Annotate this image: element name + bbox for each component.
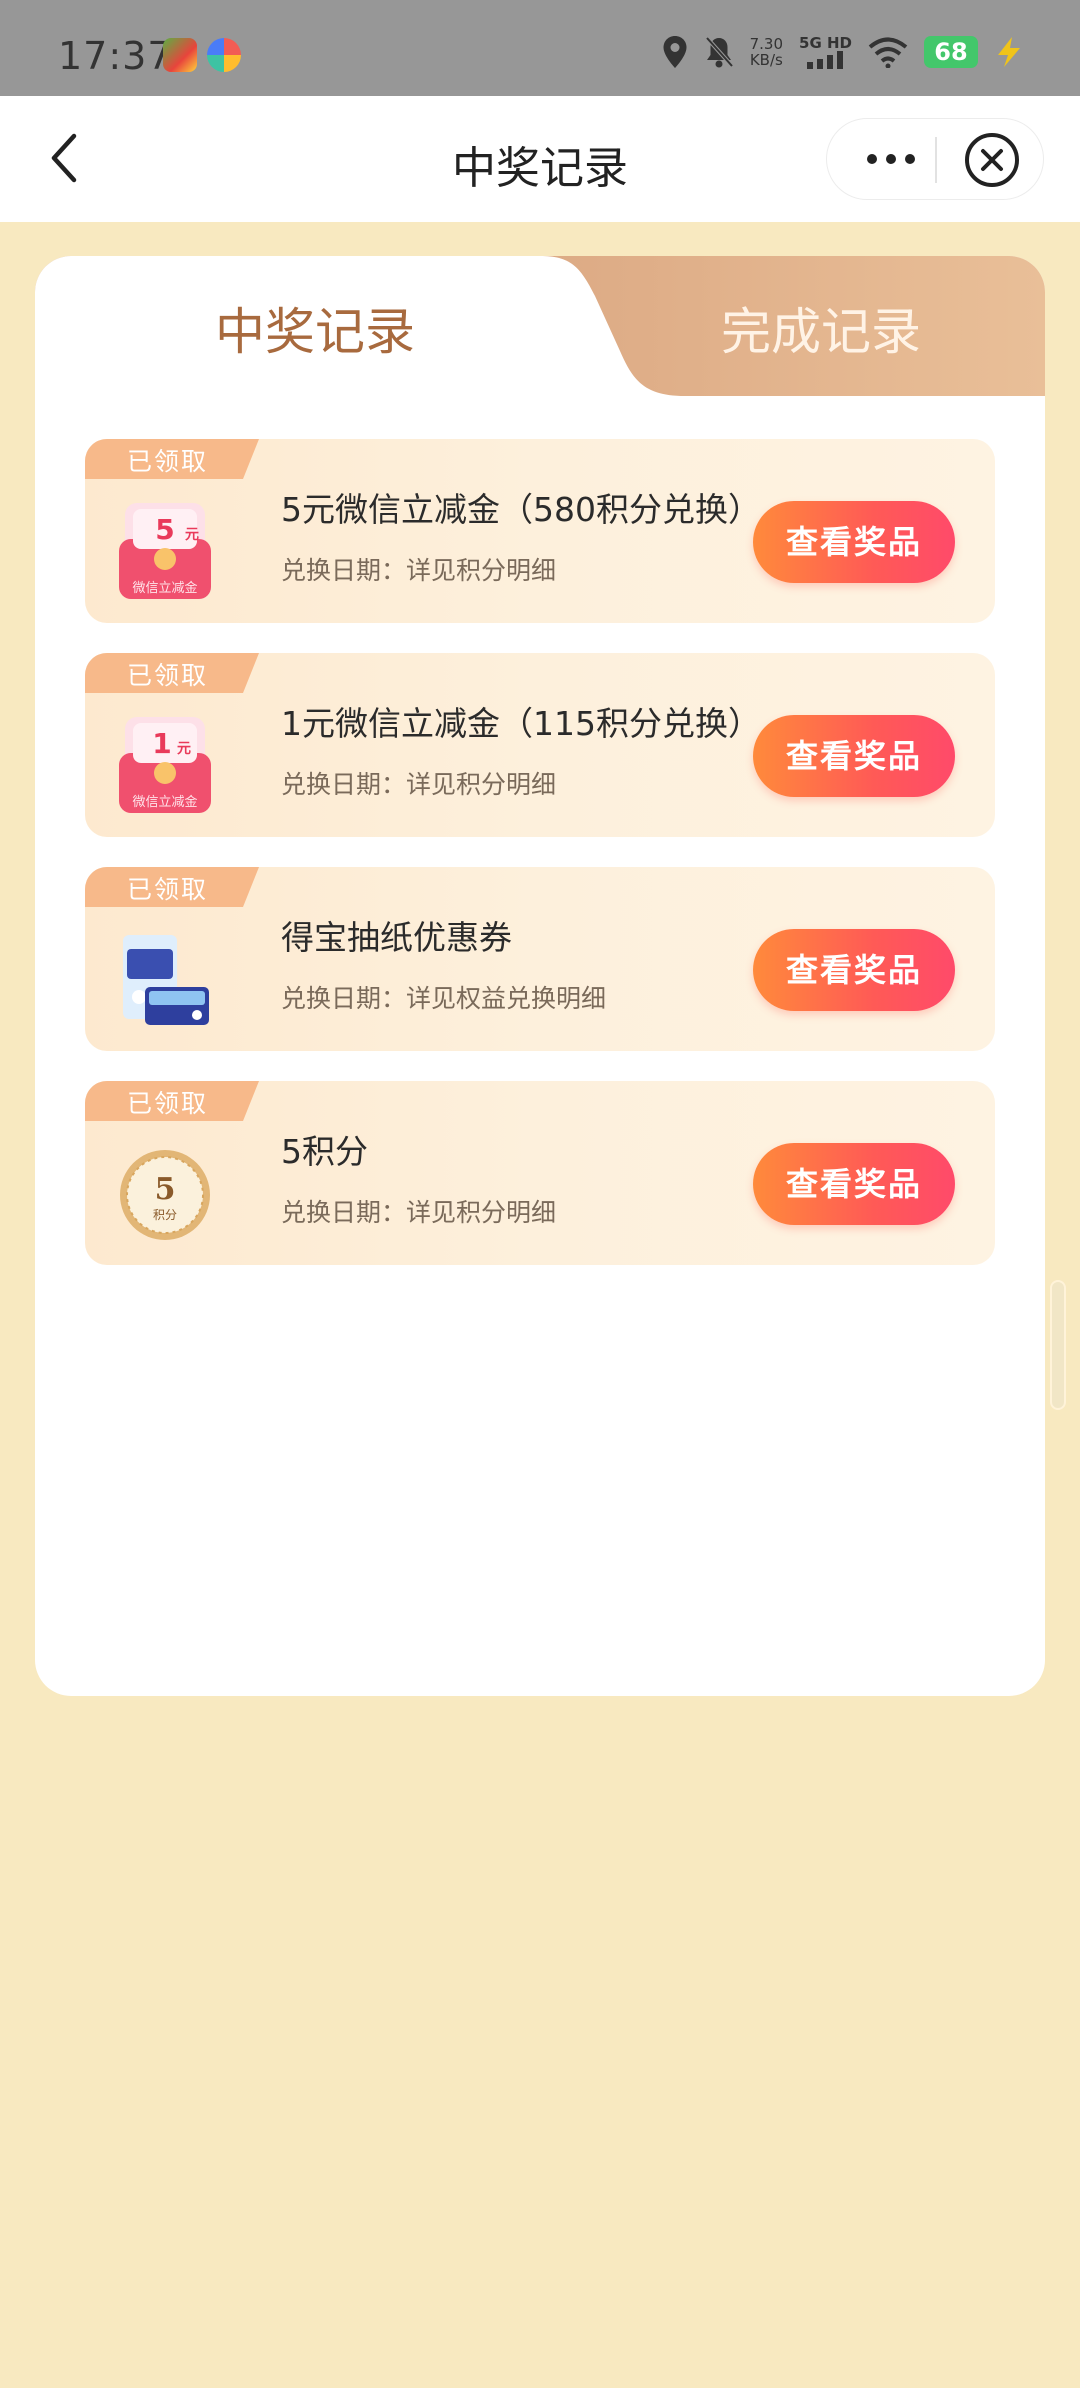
view-prize-button[interactable]: 查看奖品 (753, 715, 955, 797)
more-dots-icon[interactable] (855, 139, 927, 179)
view-prize-button[interactable]: 查看奖品 (753, 929, 955, 1011)
network-type: 5G HD (799, 33, 852, 52)
view-prize-button[interactable]: 查看奖品 (753, 501, 955, 583)
prize-date: 兑换日期：详见权益兑换明细 (281, 984, 607, 1013)
prize-name: 5积分 (281, 1132, 368, 1171)
view-prize-button[interactable]: 查看奖品 (753, 1143, 955, 1225)
records-card: 中奖记录 完成记录 已领取 5 元 微信立减金 5元微信立减金（580积分兑换）… (35, 256, 1045, 1696)
signal-icon (806, 50, 843, 69)
prize-name: 5元微信立减金（580积分兑换） (281, 490, 761, 529)
voucher-amount: 5 (155, 513, 174, 546)
prize-date: 兑换日期：详见积分明细 (281, 556, 557, 585)
wechat-voucher-icon: 1 元 微信立减金 (119, 717, 211, 813)
nav-bar: 中奖记录 (0, 96, 1080, 222)
voucher-caption: 微信立减金 (132, 794, 197, 810)
voucher-caption: 微信立减金 (132, 580, 197, 596)
speed-value: 7.30 (749, 35, 784, 53)
prize-name: 得宝抽纸优惠券 (281, 918, 512, 957)
status-bar: 17:37 7.30 KB/s 5G HD 68 (0, 0, 1080, 96)
points-coin-icon: 5 积分 (120, 1150, 210, 1240)
prize-item: 已领取 5 元 微信立减金 5元微信立减金（580积分兑换） 兑换日期：详见积分… (85, 439, 995, 623)
prize-date: 兑换日期：详见积分明细 (281, 1198, 557, 1227)
prize-item: 已领取 1 元 微信立减金 1元微信立减金（115积分兑换） 兑换日期：详见积分… (85, 653, 995, 837)
app-notification-icon (163, 38, 197, 72)
status-time: 17:37 (58, 34, 173, 78)
claimed-badge: 已领取 (126, 661, 208, 690)
claimed-badge: 已领取 (126, 447, 208, 476)
tab-completed-records[interactable]: 完成记录 (621, 292, 1021, 364)
voucher-amount: 1 (152, 727, 171, 760)
prize-item: 已领取 得宝抽纸优惠券 兑换日期：详见权益兑换明细 查看奖品 (85, 867, 995, 1051)
capsule-divider (935, 137, 937, 183)
prize-item: 已领取 5 积分 5积分 兑换日期：详见积分明细 查看奖品 (85, 1081, 995, 1265)
voucher-unit: 元 (185, 527, 199, 543)
bell-muted-icon (705, 36, 734, 68)
charging-icon (998, 37, 1020, 67)
location-icon (663, 36, 687, 68)
battery-level: 68 (924, 36, 978, 68)
coin-amount: 5 (155, 1172, 176, 1207)
status-icons: 7.30 KB/s 5G HD 68 (662, 32, 1024, 72)
cell-signal: 5G HD (799, 33, 852, 69)
scrollbar[interactable] (1050, 1280, 1066, 1410)
wifi-icon (868, 37, 908, 68)
network-speed: 7.30 KB/s (750, 36, 783, 68)
coin-caption: 积分 (153, 1208, 177, 1222)
prize-date: 兑换日期：详见积分明细 (281, 770, 557, 799)
prize-name: 1元微信立减金（115积分兑换） (281, 704, 761, 743)
wechat-voucher-icon: 5 元 微信立减金 (119, 503, 211, 599)
speed-unit: KB/s (749, 51, 783, 69)
claimed-badge: 已领取 (126, 1089, 208, 1118)
close-circle-icon[interactable] (963, 131, 1021, 189)
tissue-pack-icon (123, 935, 209, 1025)
claimed-badge: 已领取 (126, 875, 208, 904)
prize-list: 已领取 5 元 微信立减金 5元微信立减金（580积分兑换） 兑换日期：详见积分… (85, 439, 995, 1295)
app-notification-icon (207, 38, 241, 72)
tab-winning-records[interactable]: 中奖记录 (115, 292, 515, 364)
voucher-unit: 元 (177, 741, 191, 757)
mini-program-capsule (826, 118, 1044, 200)
